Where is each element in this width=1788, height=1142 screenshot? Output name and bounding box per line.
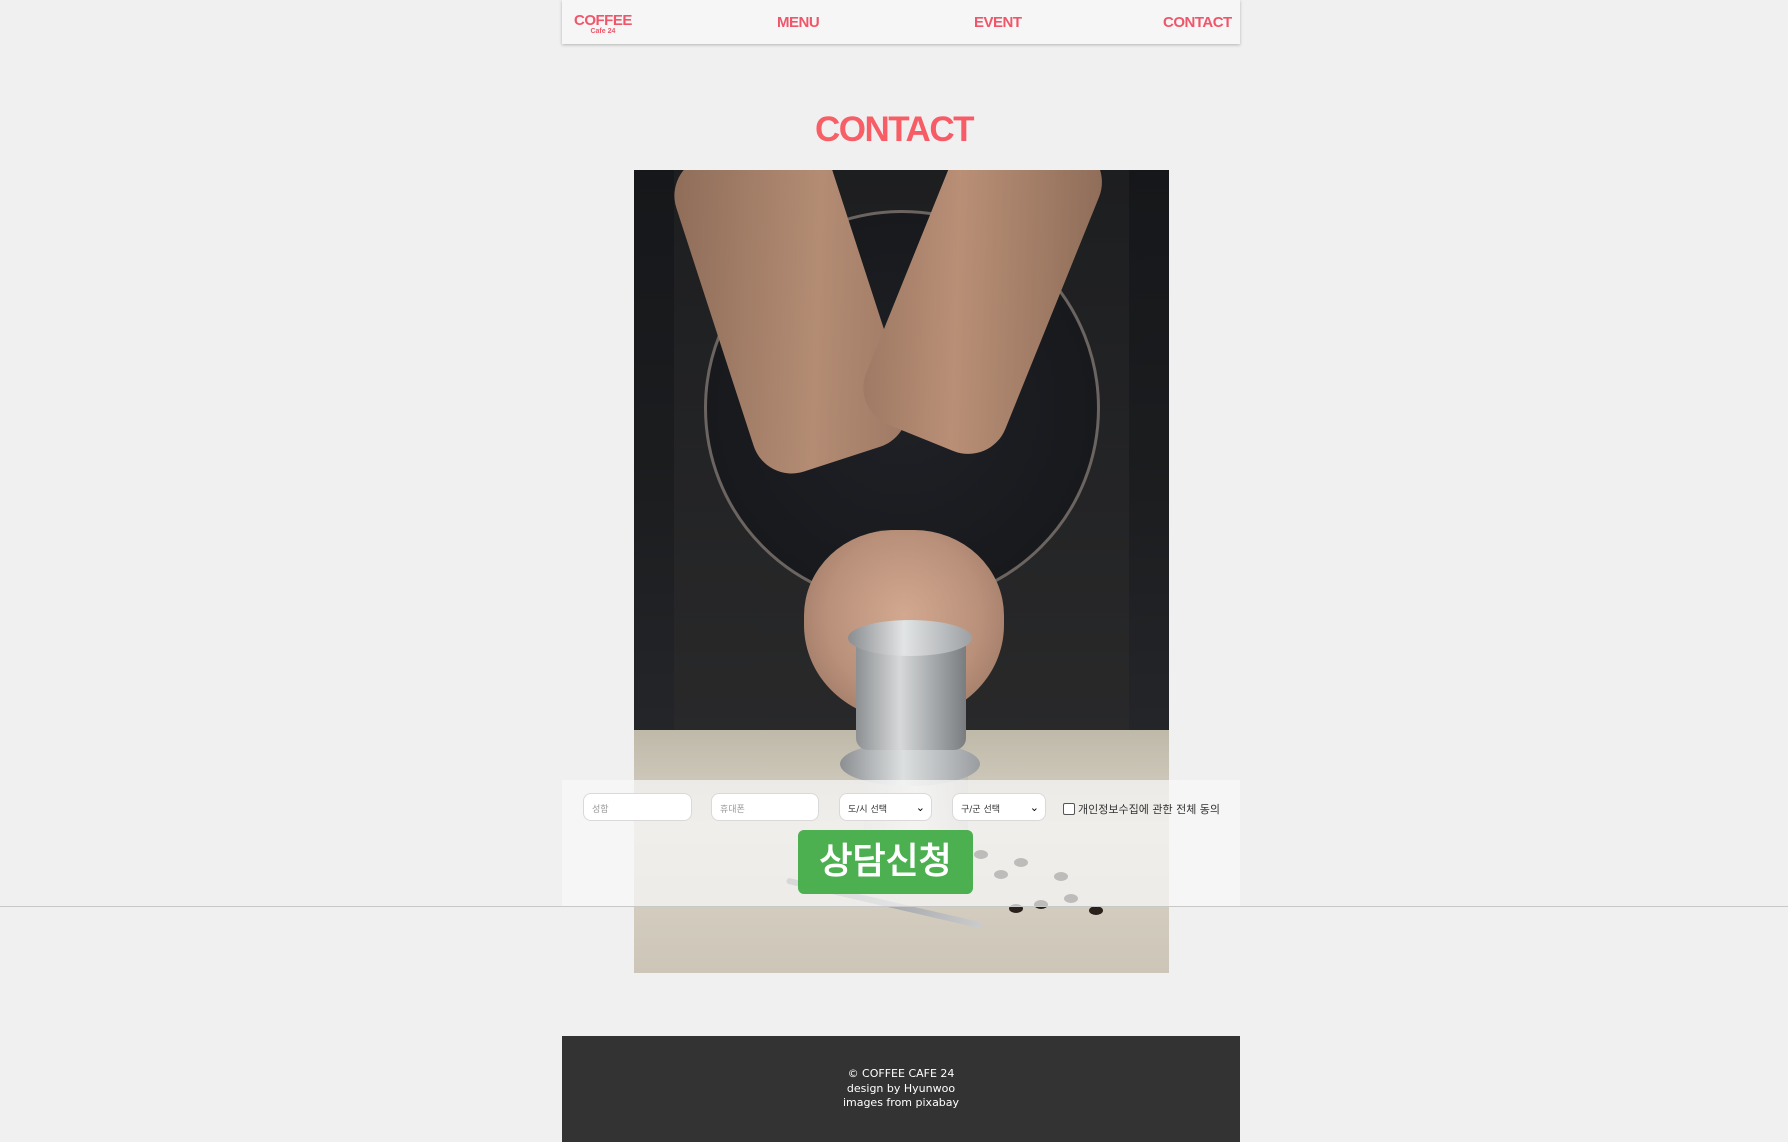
agree-checkbox[interactable] [1063,803,1075,815]
name-input[interactable]: 성함 [583,793,692,821]
city-select-value: 도/시 선택 [848,805,888,815]
nav-link-menu[interactable]: MENU [777,14,820,31]
agree-label: 개인정보수집에 관한 전체 동의 [1078,803,1221,816]
phone-input[interactable]: 휴대폰 [711,793,819,821]
footer-image-credit: images from pixabay [842,1096,960,1109]
logo-text: COFFEE [574,12,632,29]
section-divider [0,906,1788,907]
page-title: CONTACT [0,110,1788,150]
chevron-down-icon: ⌄ [1029,801,1039,814]
logo[interactable]: COFFEE Cafe 24 [574,13,632,36]
filter-lid-shape [848,620,972,656]
consult-request-button[interactable]: 상담신청 [798,830,973,894]
nav-link-contact[interactable]: CONTACT [1163,14,1232,31]
footer-copyright: © COFFEE CAFE 24 [847,1067,955,1080]
top-nav: COFFEE Cafe 24 MENU EVENT CONTACT [562,0,1240,44]
footer-design-credit: design by Hyunwoo [846,1081,956,1095]
chevron-down-icon: ⌄ [915,801,925,814]
district-select-value: 구/군 선택 [961,805,1001,815]
district-select[interactable]: 구/군 선택 ⌄ [952,793,1046,821]
coffee-bean [1089,906,1103,915]
footer: © COFFEE CAFE 24 design by Hyunwoo image… [562,1036,1240,1142]
city-select[interactable]: 도/시 선택 ⌄ [839,793,932,821]
privacy-agreement[interactable]: 개인정보수집에 관한 전체 동의 [1063,801,1220,817]
contact-form: 성함 휴대폰 도/시 선택 ⌄ 구/군 선택 ⌄ 개인정보수집에 관한 전체 동… [562,780,1240,906]
logo-subtext: Cafe 24 [590,28,616,35]
nav-link-event[interactable]: EVENT [974,14,1022,31]
